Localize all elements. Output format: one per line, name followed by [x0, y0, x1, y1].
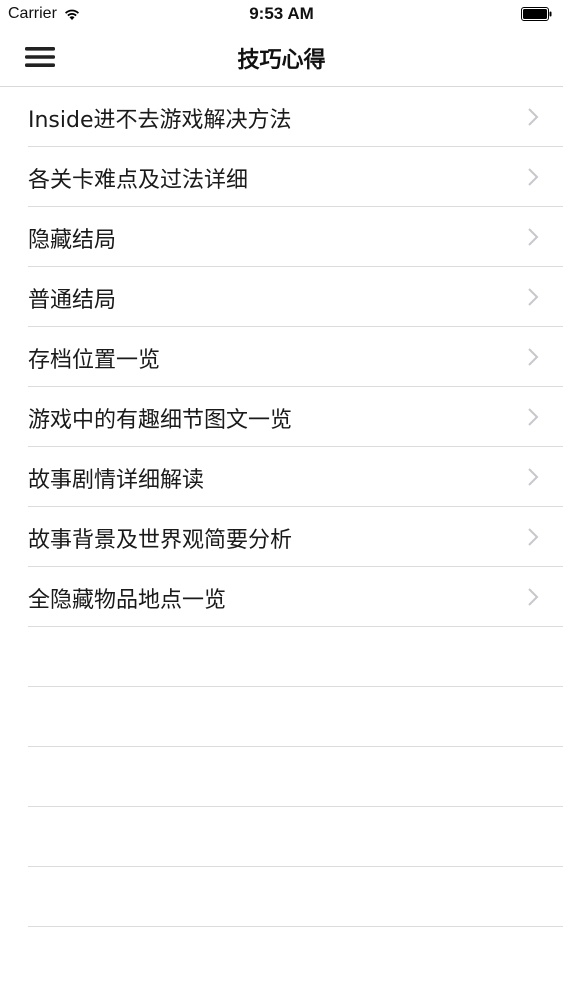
list-item[interactable]: 普通结局 — [28, 267, 563, 327]
chevron-right-icon — [528, 108, 539, 126]
list-item[interactable]: 全隐藏物品地点一览 — [28, 567, 563, 627]
list-item[interactable]: 故事背景及世界观简要分析 — [28, 507, 563, 567]
chevron-right-icon — [528, 588, 539, 606]
tips-list: Inside进不去游戏解决方法 各关卡难点及过法详细 隐藏结局 普通结局 存档位… — [0, 87, 563, 927]
chevron-right-icon — [528, 528, 539, 546]
list-item-label: 普通结局 — [28, 288, 117, 313]
list-item[interactable]: 存档位置一览 — [28, 327, 563, 387]
empty-row — [28, 747, 563, 807]
chevron-right-icon — [528, 228, 539, 246]
empty-row — [28, 807, 563, 867]
list-item-label: Inside进不去游戏解决方法 — [28, 108, 292, 133]
list-item[interactable]: Inside进不去游戏解决方法 — [28, 87, 563, 147]
status-bar: Carrier 9:53 AM — [0, 0, 563, 28]
list-item[interactable]: 各关卡难点及过法详细 — [28, 147, 563, 207]
list-item-label: 故事剧情详细解读 — [28, 468, 205, 493]
list-item[interactable]: 故事剧情详细解读 — [28, 447, 563, 507]
empty-row — [28, 687, 563, 747]
navigation-bar: 技巧心得 — [0, 28, 563, 87]
page-title: 技巧心得 — [237, 48, 326, 73]
list-item-label: 存档位置一览 — [28, 348, 161, 373]
list-item-label: 故事背景及世界观简要分析 — [28, 528, 293, 553]
chevron-right-icon — [528, 348, 539, 366]
empty-row — [28, 867, 563, 927]
list-item-label: 各关卡难点及过法详细 — [28, 168, 249, 193]
chevron-right-icon — [528, 288, 539, 306]
list-item[interactable]: 游戏中的有趣细节图文一览 — [28, 387, 563, 447]
empty-row — [28, 627, 563, 687]
clock: 9:53 AM — [249, 4, 314, 23]
list-item-label: 隐藏结局 — [28, 228, 117, 253]
chevron-right-icon — [528, 468, 539, 486]
chevron-right-icon — [528, 408, 539, 426]
battery-icon — [521, 7, 552, 21]
list-item-label: 全隐藏物品地点一览 — [28, 588, 227, 613]
list-item[interactable]: 隐藏结局 — [28, 207, 563, 267]
list-item-label: 游戏中的有趣细节图文一览 — [28, 408, 293, 433]
chevron-right-icon — [528, 168, 539, 186]
